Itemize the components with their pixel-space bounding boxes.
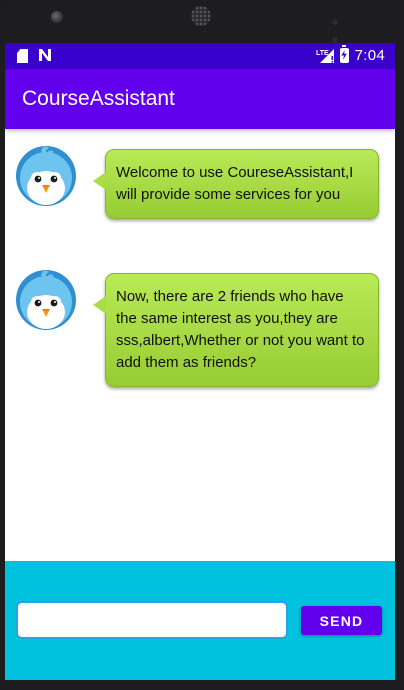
front-camera-icon	[51, 11, 63, 23]
phone-frame: LTE 7:04 CourseAssistant Welcome to use …	[0, 0, 404, 690]
battery-charging-icon	[339, 45, 349, 63]
send-button[interactable]: SEND	[301, 606, 382, 635]
earpiece-speaker-icon	[191, 6, 211, 26]
message-bubble: Welcome to use CoureseAssistant,I will p…	[93, 149, 379, 219]
bird-avatar-icon	[15, 145, 77, 207]
status-time: 7:04	[354, 47, 385, 64]
app-toolbar: CourseAssistant	[5, 69, 395, 129]
message-input[interactable]	[16, 601, 288, 639]
status-bar: LTE 7:04	[5, 43, 395, 69]
message-text: Welcome to use CoureseAssistant,I will p…	[116, 164, 354, 203]
bird-avatar-icon	[15, 269, 77, 331]
app-screen: LTE 7:04 CourseAssistant Welcome to use …	[5, 43, 395, 680]
phone-top-bezel	[0, 0, 404, 43]
chat-message-list[interactable]: Welcome to use CoureseAssistant,I will p…	[5, 129, 395, 561]
message-bubble: Now, there are 2 friends who have the sa…	[93, 273, 379, 387]
lte-signal-icon: LTE	[316, 48, 334, 64]
sd-card-icon	[17, 49, 28, 63]
composer-bar: SEND	[5, 561, 395, 680]
app-title: CourseAssistant	[22, 87, 175, 110]
proximity-sensor-icon	[332, 12, 354, 43]
message-text: Now, there are 2 friends who have the sa…	[116, 288, 365, 371]
n-notification-icon	[38, 48, 52, 64]
lte-label: LTE	[316, 50, 329, 57]
